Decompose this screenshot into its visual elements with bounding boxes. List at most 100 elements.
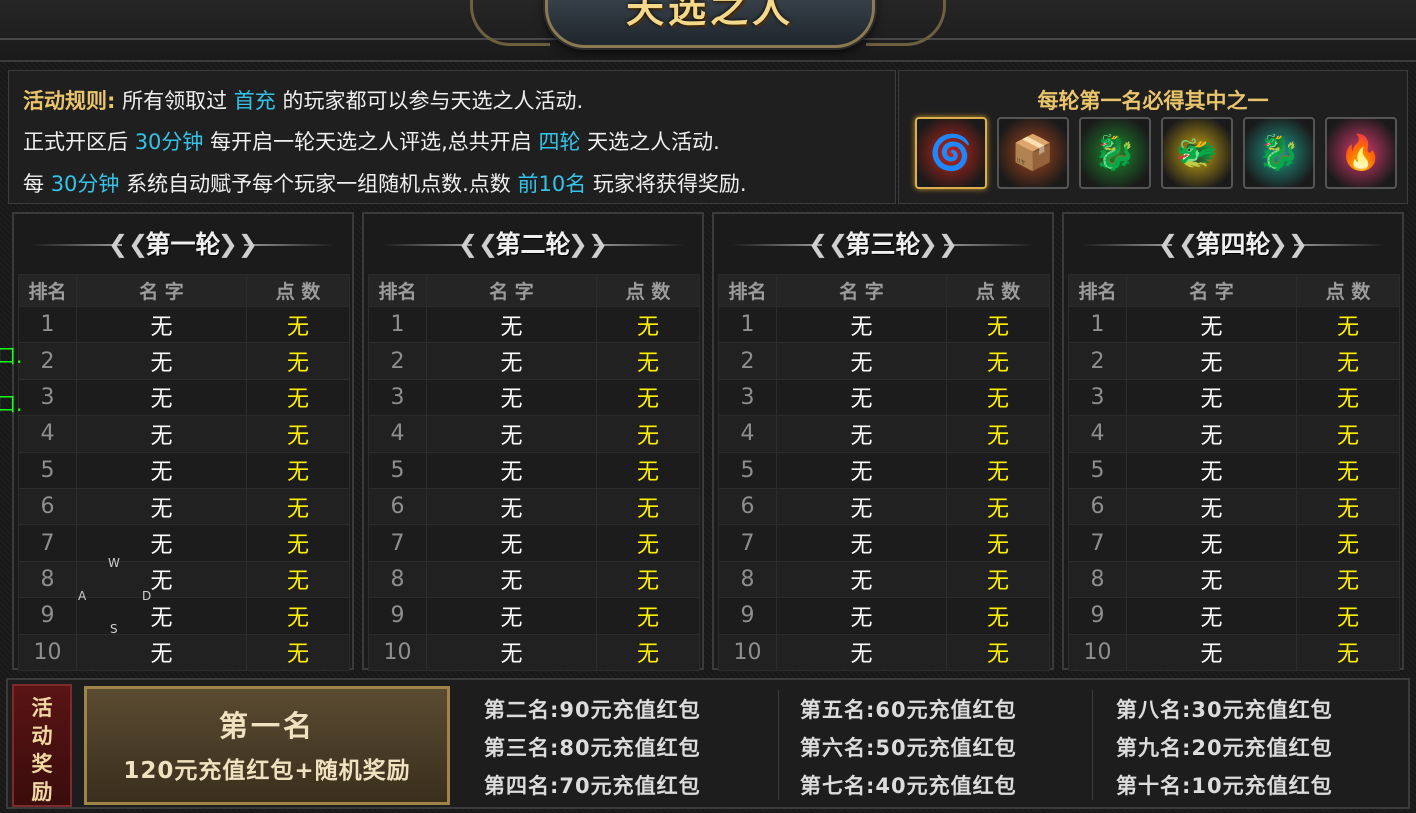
name-cell: 无 <box>426 415 597 453</box>
table-row: 10 无无 <box>1068 633 1400 671</box>
name-cell: 无 <box>776 560 947 599</box>
col-name-header: 名 字 <box>1126 274 1297 307</box>
rank-cell: 2 <box>18 342 77 380</box>
name-cell: 无 <box>426 305 597 344</box>
activity-reward-tag: 活 动 奖 励 <box>12 684 72 807</box>
points-cell: 无 <box>946 633 1050 671</box>
hud-key-s: S <box>110 622 118 636</box>
table-row: 2无无 <box>368 342 700 380</box>
round-title: 第四轮 <box>1195 230 1271 259</box>
name-cell: 无 <box>776 487 947 526</box>
gold-dragon-icon: 🐲 <box>1175 133 1219 173</box>
name-cell: 无 <box>426 633 597 671</box>
points-cell: 无 <box>246 633 350 671</box>
rules-text: 系统自动赋予每个玩家一组随机点数.点数 <box>126 172 511 196</box>
rules-text: 的玩家都可以参与天选之人活动. <box>282 89 584 113</box>
divider <box>1092 690 1093 800</box>
table-row: 9无无 <box>18 597 350 635</box>
points-cell: 无 <box>596 560 700 599</box>
points-cell: 无 <box>596 524 700 562</box>
rank-cell: 4 <box>718 415 777 453</box>
points-cell: 无 <box>946 487 1050 526</box>
divider <box>778 690 779 800</box>
table-row: 10 无无 <box>18 633 350 671</box>
points-cell: 无 <box>1296 487 1400 526</box>
rules-text: 正式开区后 <box>23 130 128 154</box>
rank-cell: 6 <box>718 487 777 526</box>
rules-panel: 活动规则: 所有领取过 首充 的玩家都可以参与天选之人活动. 正式开区后 30分… <box>8 70 896 204</box>
points-cell: 无 <box>246 560 350 599</box>
name-cell: 无 <box>76 560 247 599</box>
rank-cell: 6 <box>18 487 77 526</box>
points-cell: 无 <box>946 597 1050 635</box>
col-rank-header: 排名 <box>368 274 427 307</box>
name-cell: 无 <box>1126 378 1297 417</box>
name-cell: 无 <box>426 378 597 417</box>
round-panel-3: ❮❮ ❯❯ 第三轮 排名名 字点 数1无无2无无3无无4无无5无无6无无7无无8无无9… <box>712 212 1054 671</box>
name-cell: 无 <box>426 487 597 526</box>
rules-text: 每 <box>23 172 44 196</box>
col-name-header: 名 字 <box>426 274 597 307</box>
prize-item-2[interactable]: 🐉 <box>1079 117 1151 189</box>
table-header-row: 排名名 字点 数 <box>18 274 350 307</box>
table-row: 9无无 <box>1068 597 1400 635</box>
first-place-prize: 120元充值红包+随机奖励 <box>123 758 411 784</box>
table-row: 9无无 <box>718 597 1050 635</box>
green-dragon-icon: 🐉 <box>1093 133 1137 173</box>
points-cell: 无 <box>1296 378 1400 417</box>
prize-item-1[interactable]: 📦 <box>997 117 1069 189</box>
rank-cell: 10 <box>718 633 777 671</box>
col-name-header: 名 字 <box>76 274 247 307</box>
points-cell: 无 <box>1296 633 1400 671</box>
points-cell: 无 <box>246 305 350 344</box>
points-cell: 无 <box>946 342 1050 380</box>
rank-cell: 2 <box>368 342 427 380</box>
table-row: 7无无 <box>1068 524 1400 562</box>
name-cell: 无 <box>76 597 247 635</box>
rules-highlight: 首充 <box>233 89 276 113</box>
round-panel-4: ❮❮ ❯❯ 第四轮 排名名 字点 数1无无2无无3无无4无无5无无6无无7无无8无无9… <box>1062 212 1404 671</box>
rank-cell: 8 <box>718 560 777 599</box>
name-cell: 无 <box>76 451 247 489</box>
name-cell: 无 <box>776 305 947 344</box>
table-row: 3无无 <box>718 378 1050 417</box>
rules-line-1: 活动规则: 所有领取过 首充 的玩家都可以参与天选之人活动. <box>23 85 583 115</box>
table-row: 6无无 <box>718 487 1050 526</box>
table-row: 3无无 <box>368 378 700 417</box>
prize-item-5[interactable]: 🔥 <box>1325 117 1397 189</box>
rank-cell: 3 <box>18 378 77 417</box>
tag-char: 励 <box>31 780 53 804</box>
rules-label: 活动规则: <box>23 89 116 113</box>
round-title: 第二轮 <box>495 230 571 259</box>
table-header-row: 排名名 字点 数 <box>1068 274 1400 307</box>
prize-item-4[interactable]: 🐉 <box>1243 117 1315 189</box>
rules-text: 天选之人活动. <box>587 130 720 154</box>
col-rank-header: 排名 <box>718 274 777 307</box>
points-cell: 无 <box>246 597 350 635</box>
rank-cell: 2 <box>718 342 777 380</box>
rules-text: 玩家将获得奖励. <box>592 172 747 196</box>
rank-cell: 10 <box>1068 633 1127 671</box>
points-cell: 无 <box>246 451 350 489</box>
name-cell: 无 <box>76 342 247 380</box>
name-cell: 无 <box>1126 524 1297 562</box>
rank-cell: 2 <box>1068 342 1127 380</box>
rank-cell: 7 <box>18 524 77 562</box>
pink-flame-icon: 🔥 <box>1339 133 1383 173</box>
points-cell: 无 <box>1296 597 1400 635</box>
name-cell: 无 <box>76 487 247 526</box>
prize-item-0[interactable]: 🌀 <box>915 117 987 189</box>
name-cell: 无 <box>1126 633 1297 671</box>
col-points-header: 点 数 <box>246 274 350 307</box>
prize-item-3[interactable]: 🐲 <box>1161 117 1233 189</box>
table-row: 4无无 <box>18 415 350 453</box>
ranking-table: 排名名 字点 数 1 无无 2 无无 3 无无 4 无无 5 无无 6 无无 7 无无 8 无无 9 无无 10 无无 <box>718 274 1050 671</box>
name-cell: 无 <box>1126 597 1297 635</box>
rank-cell: 9 <box>18 597 77 635</box>
name-cell: 无 <box>426 451 597 489</box>
points-cell: 无 <box>246 524 350 562</box>
points-cell: 无 <box>946 415 1050 453</box>
rank-cell: 1 <box>718 305 777 344</box>
prize-header: 每轮第一名必得其中之一 <box>1037 89 1269 113</box>
rank-cell: 10 <box>18 633 77 671</box>
